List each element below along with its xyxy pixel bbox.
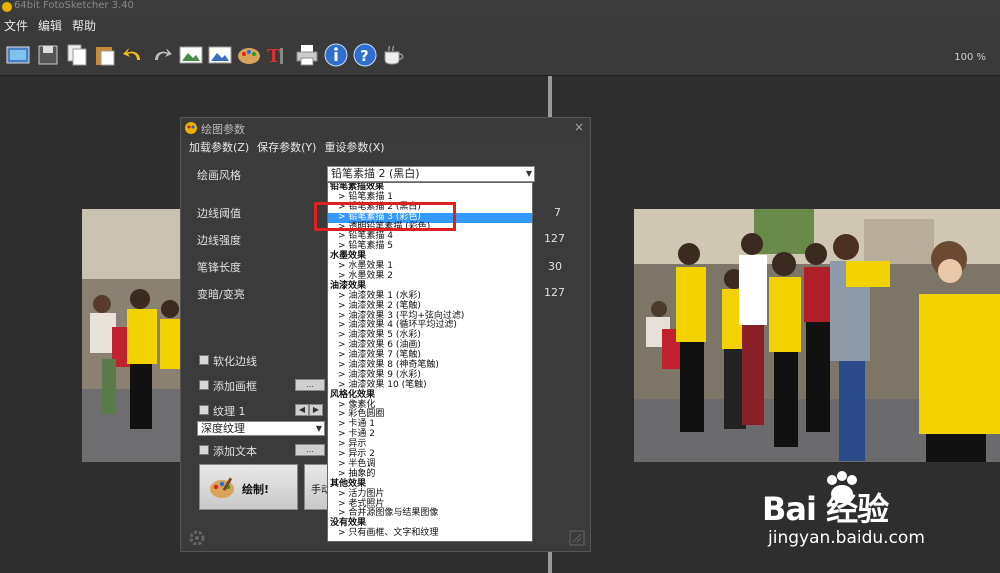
style-select[interactable]: 铅笔素描 2 (黑白) ▼ xyxy=(327,166,535,182)
dialog-titlebar[interactable]: 绘图参数 × xyxy=(181,118,590,138)
watermark-brand: Bai 经验 xyxy=(762,490,889,528)
result-image-icon[interactable] xyxy=(207,42,233,68)
palette-icon[interactable] xyxy=(236,42,262,68)
dialog-menu: 加载参数(Z) 保存参数(Y) 重设参数(X) xyxy=(189,139,385,155)
save-icon[interactable] xyxy=(35,42,61,68)
app-logo-icon xyxy=(2,2,12,12)
param-value: 127 xyxy=(544,232,565,245)
style-select-value: 铅笔素描 2 (黑白) xyxy=(331,167,420,180)
baidu-watermark: Bai 经验 jingyan.baidu.com xyxy=(762,470,992,560)
texture-type-value: 深度纹理 xyxy=(201,422,245,435)
menu-help[interactable]: 帮助 xyxy=(72,17,96,34)
param-value: 127 xyxy=(544,286,565,299)
texture-next-button[interactable]: ▶ xyxy=(309,404,323,416)
soften-edges-checkbox[interactable] xyxy=(199,355,209,365)
texture-checkbox[interactable] xyxy=(199,405,209,415)
window-title: 64bit FotoSketcher 3.40 xyxy=(14,0,134,11)
chevron-down-icon: ▼ xyxy=(525,169,532,178)
add-frame-label: 添加画框 xyxy=(213,380,257,393)
watermark-url: jingyan.baidu.com xyxy=(768,528,925,548)
texture-type-select[interactable]: 深度纹理 ▼ xyxy=(197,421,325,436)
print-icon[interactable] xyxy=(294,42,320,68)
text-icon[interactable]: T xyxy=(263,42,289,68)
copy-icon[interactable] xyxy=(64,42,90,68)
text-options-button[interactable]: ... xyxy=(295,444,325,456)
highlight-annotation xyxy=(314,202,456,231)
dropdown-option[interactable]: > 只有画框、文字和纹理 xyxy=(328,528,532,539)
param-value: 30 xyxy=(548,260,562,273)
menu-edit[interactable]: 编辑 xyxy=(38,17,62,34)
texture-prev-button[interactable]: ◀ xyxy=(295,404,309,416)
help-icon[interactable]: ? xyxy=(352,42,378,68)
title-bar: 64bit FotoSketcher 3.40 xyxy=(0,0,1000,14)
texture-label: 纹理 1 xyxy=(213,405,246,418)
draw-button-label: 绘制! xyxy=(242,483,270,496)
info-icon[interactable] xyxy=(323,42,349,68)
add-text-checkbox[interactable] xyxy=(199,445,209,455)
dialog-close-button[interactable]: × xyxy=(574,120,584,134)
draw-button[interactable]: 绘制! xyxy=(199,464,298,510)
add-frame-checkbox[interactable] xyxy=(199,380,209,390)
dialog-app-icon xyxy=(185,122,197,134)
param-label: 变暗/变亮 xyxy=(197,288,245,301)
undo-icon[interactable] xyxy=(120,42,146,68)
svg-text:?: ? xyxy=(360,47,369,65)
menu-save-params[interactable]: 保存参数(Y) xyxy=(257,139,316,155)
param-label: 边线强度 xyxy=(197,234,241,247)
coffee-icon[interactable] xyxy=(381,42,407,68)
param-value: 7 xyxy=(554,206,561,219)
menu-file[interactable]: 文件 xyxy=(4,17,28,34)
original-image-icon[interactable] xyxy=(178,42,204,68)
open-image-icon[interactable] xyxy=(5,42,31,68)
toolbar: T ? 100 % xyxy=(0,36,1000,76)
dialog-title: 绘图参数 xyxy=(201,123,245,136)
soften-edges-label: 软化边线 xyxy=(213,355,257,368)
paste-icon[interactable] xyxy=(92,42,118,68)
frame-options-button[interactable]: ... xyxy=(295,379,325,391)
menu-load-params[interactable]: 加载参数(Z) xyxy=(189,139,249,155)
svg-text:T: T xyxy=(267,45,281,67)
result-photo xyxy=(634,209,1000,462)
palette-icon xyxy=(210,477,234,498)
resize-grip-icon[interactable] xyxy=(569,530,585,546)
menu-bar: 文件 编辑 帮助 xyxy=(0,14,1000,36)
style-dropdown-list[interactable]: 铅笔素描效果 > 铅笔素描 1 > 铅笔素描 2 (黑白) > 铅笔素描 3 (彩色)… xyxy=(327,182,533,542)
chevron-down-icon: ▼ xyxy=(315,424,322,433)
original-photo xyxy=(82,209,180,462)
menu-reset-params[interactable]: 重设参数(X) xyxy=(324,139,384,155)
param-label: 笔锋长度 xyxy=(197,261,241,274)
zoom-level: 100 % xyxy=(954,52,986,63)
param-label: 边线阈值 xyxy=(197,207,241,220)
add-text-label: 添加文本 xyxy=(213,445,257,458)
style-label: 绘画风格 xyxy=(197,169,241,182)
gear-icon[interactable] xyxy=(187,528,207,548)
redo-icon[interactable] xyxy=(149,42,175,68)
